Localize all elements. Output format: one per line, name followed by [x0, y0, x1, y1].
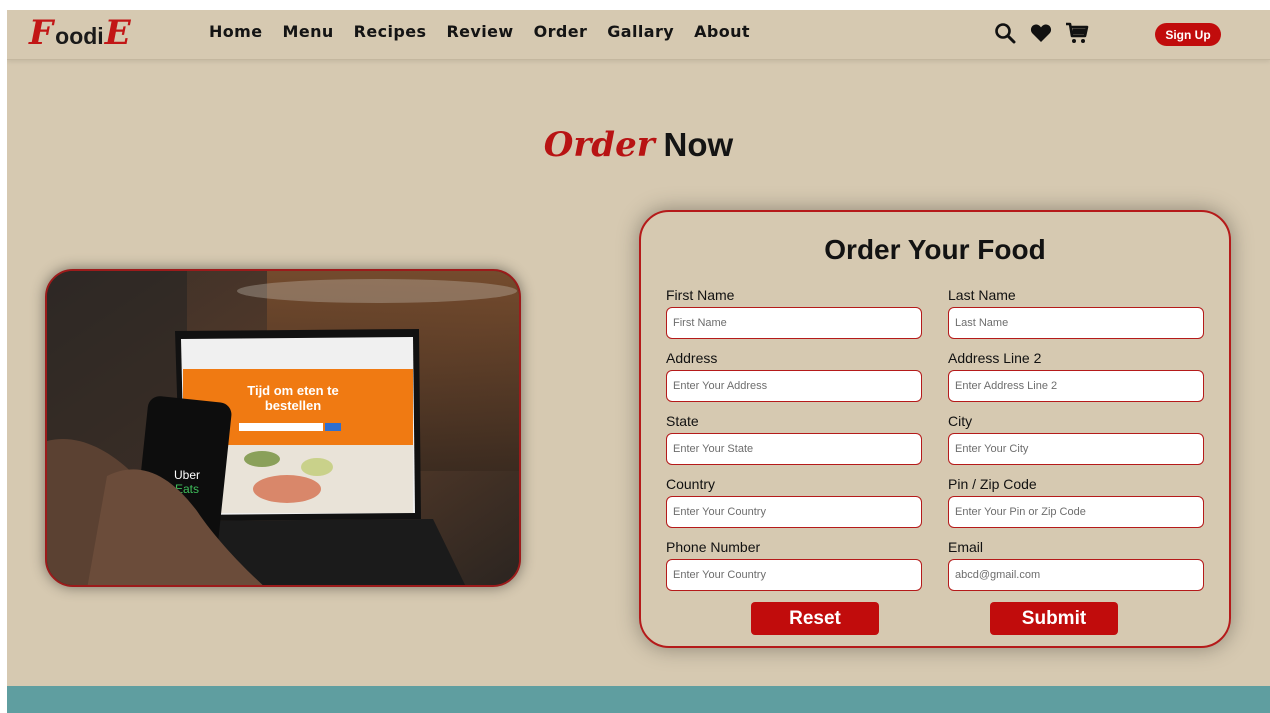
nav-link-menu[interactable]: Menu — [283, 22, 334, 41]
state-field-group: State — [666, 412, 922, 465]
nav-icons — [992, 19, 1090, 47]
order-form-card: Order Your Food First Name Last Name Add… — [639, 210, 1231, 648]
last-name-input[interactable] — [948, 307, 1204, 339]
country-field-group: Country — [666, 475, 922, 528]
brand-logo[interactable]: F oodi E — [29, 13, 131, 53]
last-name-field-group: Last Name — [948, 286, 1204, 339]
logo-middle: oodi — [55, 23, 104, 49]
phone-text-line1: Uber — [174, 468, 200, 482]
section-title: Order Now — [7, 125, 1270, 165]
first-name-input[interactable] — [666, 307, 922, 339]
address-line2-label: Address Line 2 — [948, 350, 1042, 366]
country-input[interactable] — [666, 496, 922, 528]
country-label: Country — [666, 476, 716, 492]
email-input[interactable] — [948, 559, 1204, 591]
laptop-heading-line2: bestellen — [265, 398, 321, 413]
cart-icon[interactable] — [1064, 19, 1090, 47]
address-line2-input[interactable] — [948, 370, 1204, 402]
first-name-label: First Name — [666, 287, 735, 303]
state-label: State — [666, 413, 699, 429]
footer-band — [7, 686, 1270, 713]
email-field-group: Email — [948, 538, 1204, 591]
address-line2-field-group: Address Line 2 — [948, 349, 1204, 402]
laptop-heading-line1: Tijd om eten te — [247, 383, 339, 398]
logo-final: E — [104, 13, 131, 53]
reset-button[interactable]: Reset — [751, 602, 879, 635]
zip-code-field-group: Pin / Zip Code — [948, 475, 1204, 528]
nav-links: Home Menu Recipes Review Order Gallary A… — [209, 22, 750, 41]
nav-link-recipes[interactable]: Recipes — [354, 22, 427, 41]
phone-input[interactable] — [666, 559, 922, 591]
order-page: F oodi E Home Menu Recipes Review Order … — [7, 10, 1270, 713]
zip-code-label: Pin / Zip Code — [948, 476, 1037, 492]
title-plain-word: Now — [663, 126, 734, 163]
logo-initial: F — [29, 13, 54, 53]
nav-link-about[interactable]: About — [694, 22, 750, 41]
zip-code-input[interactable] — [948, 496, 1204, 528]
heart-icon[interactable] — [1028, 19, 1054, 47]
phone-label: Phone Number — [666, 539, 761, 555]
address-input[interactable] — [666, 370, 922, 402]
city-label: City — [948, 413, 973, 429]
address-label: Address — [666, 350, 718, 366]
phone-field-group: Phone Number — [666, 538, 922, 591]
submit-button[interactable]: Submit — [990, 602, 1118, 635]
form-title: Order Your Food — [824, 234, 1046, 265]
city-field-group: City — [948, 412, 1204, 465]
email-label: Email — [948, 539, 984, 555]
search-icon[interactable] — [992, 19, 1018, 47]
first-name-field-group: First Name — [666, 286, 922, 339]
address-field-group: Address — [666, 349, 922, 402]
nav-link-order[interactable]: Order — [534, 22, 588, 41]
title-script-word: Order — [543, 125, 655, 165]
city-input[interactable] — [948, 433, 1204, 465]
nav-link-home[interactable]: Home — [209, 22, 263, 41]
sign-up-button[interactable]: Sign Up — [1155, 23, 1221, 46]
order-photo: Tijd om eten te bestellen Uber Eats — [45, 269, 521, 587]
nav-link-gallary[interactable]: Gallary — [607, 22, 674, 41]
last-name-label: Last Name — [948, 287, 1016, 303]
navbar: F oodi E Home Menu Recipes Review Order … — [7, 10, 1270, 60]
nav-link-review[interactable]: Review — [446, 22, 513, 41]
state-input[interactable] — [666, 433, 922, 465]
